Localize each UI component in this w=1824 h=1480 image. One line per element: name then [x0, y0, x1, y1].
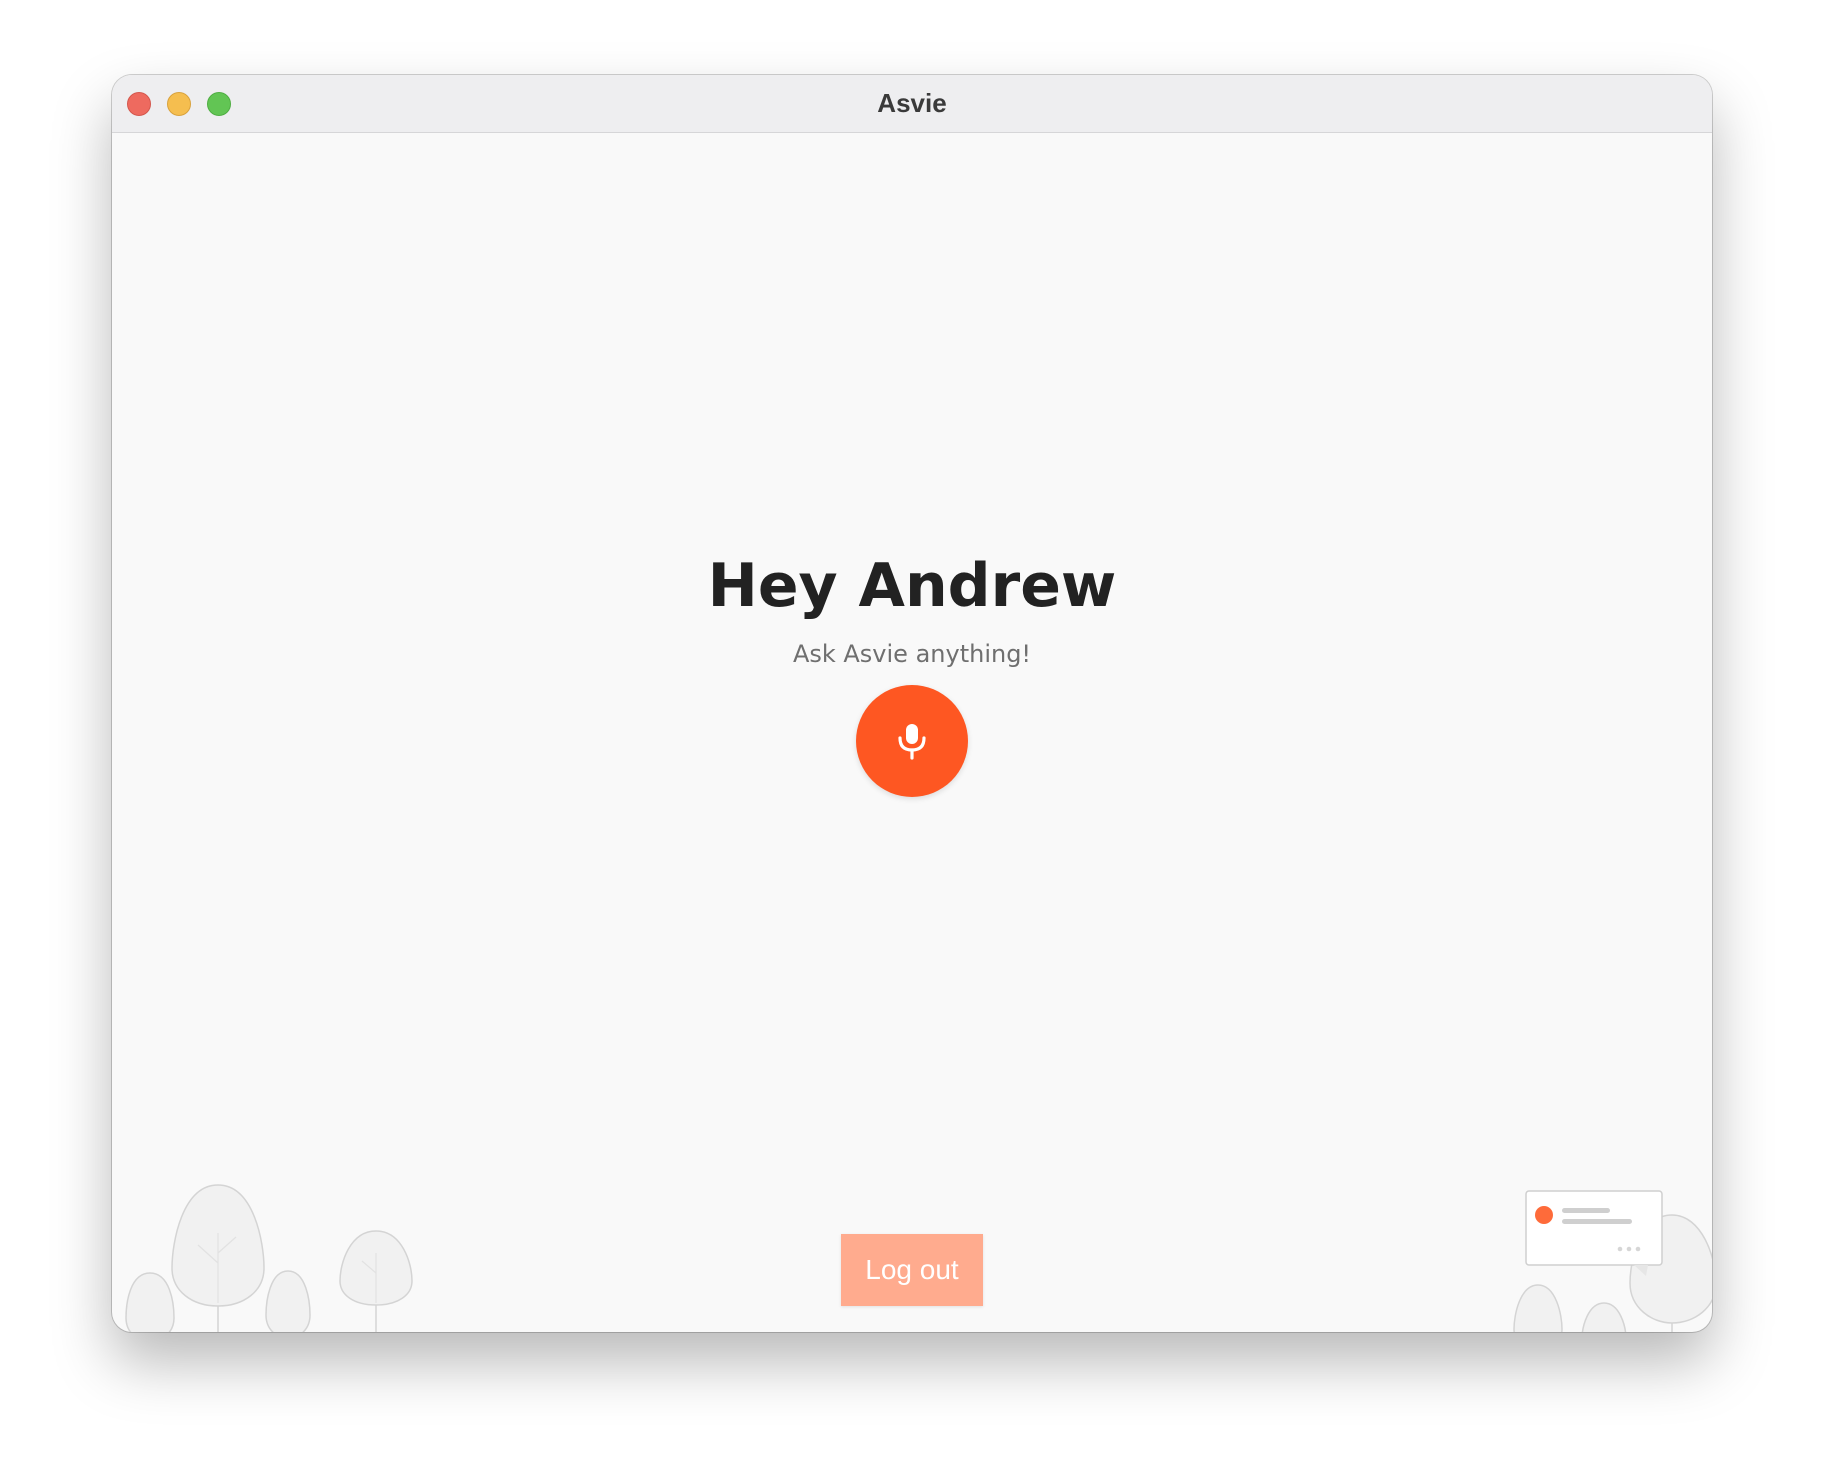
chat-card-illustration-right — [1513, 1190, 1712, 1332]
title-bar: Asvie — [112, 75, 1712, 133]
desktop-stage: Asvie Hey Andrew Ask Asvie anything! Log… — [0, 0, 1824, 1480]
window-title: Asvie — [877, 88, 947, 118]
greeting-subtitle: Ask Asvie anything! — [792, 640, 1032, 668]
microphone-icon — [898, 724, 926, 760]
main-content: Hey Andrew Ask Asvie anything! Log out — [112, 133, 1712, 1332]
trees-illustration-left — [125, 1184, 413, 1332]
greeting-heading: Hey Andrew — [707, 551, 1117, 621]
app-window: Asvie Hey Andrew Ask Asvie anything! Log… — [112, 75, 1712, 1332]
logout-button[interactable]: Log out — [841, 1234, 983, 1306]
microphone-button[interactable] — [856, 685, 968, 797]
